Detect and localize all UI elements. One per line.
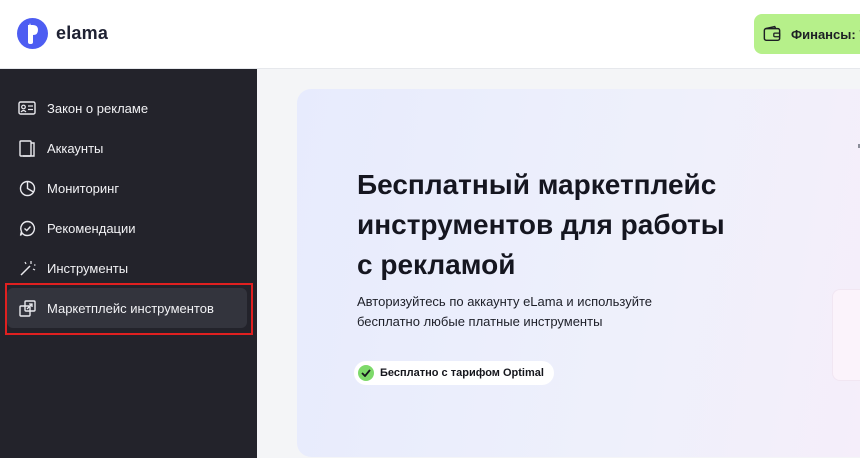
- sidebar-item-label: Инструменты: [47, 260, 129, 276]
- finance-label: Финансы: 7: [791, 26, 860, 42]
- wallet-icon: [763, 25, 781, 43]
- hero-banner: Бесплатный маркетплейс инструментов для …: [297, 89, 860, 457]
- sidebar-item-label: Мониторинг: [47, 180, 120, 196]
- sidebar-item-accounts[interactable]: Аккаунты: [7, 128, 247, 168]
- finance-button[interactable]: Финансы: 7: [754, 14, 860, 54]
- sidebar-item-tools[interactable]: Инструменты: [7, 248, 247, 288]
- sidebar-item-recommendations[interactable]: Рекомендации: [7, 208, 247, 248]
- logo-text: elama: [56, 23, 109, 43]
- sidebar-item-marketplace[interactable]: Маркетплейс инструментов: [7, 288, 247, 328]
- main-content: Бесплатный маркетплейс инструментов для …: [257, 69, 860, 458]
- accounts-icon: [18, 139, 36, 157]
- hero-description: Авторизуйтесь по аккаунту eLama и исполь…: [357, 292, 687, 332]
- sidebar-item-label: Аккаунты: [47, 140, 104, 156]
- tariff-badge: Бесплатно с тарифом Optimal: [354, 361, 554, 385]
- hero-desc-line: Авторизуйтесь по аккаунту eLama и исполь…: [357, 294, 653, 309]
- sidebar-item-monitoring[interactable]: Мониторинг: [7, 168, 247, 208]
- elama-logo[interactable]: elama: [17, 18, 108, 49]
- elama-logo-icon: [17, 18, 48, 49]
- top-header: elama Финансы: 7: [0, 0, 860, 69]
- external-link-icon: [18, 299, 36, 317]
- id-card-icon: [18, 99, 36, 117]
- sidebar-item-ad-law[interactable]: Закон о рекламе: [7, 88, 247, 128]
- sidebar-item-label: Рекомендации: [47, 220, 136, 236]
- sidebar-item-label: Закон о рекламе: [47, 100, 149, 116]
- chat-check-icon: [18, 219, 36, 237]
- hero-desc-line: бесплатно любые платные инструменты: [357, 314, 603, 329]
- hero-title-line: инструментов для работы: [357, 209, 725, 240]
- promo-card-partial: [832, 289, 860, 381]
- hero-title: Бесплатный маркетплейс инструментов для …: [357, 165, 757, 285]
- check-icon: [358, 365, 374, 381]
- hero-title-line: с рекламой: [357, 249, 516, 280]
- monitoring-pie-icon: [18, 179, 36, 197]
- badge-text: Бесплатно с тарифом Optimal: [380, 367, 544, 379]
- sidebar: Закон о рекламе Аккаунты Мониторинг Реко…: [0, 69, 257, 458]
- magic-wand-icon: [18, 259, 36, 277]
- hero-title-line: Бесплатный маркетплейс: [357, 169, 717, 200]
- sidebar-item-label: Маркетплейс инструментов: [47, 300, 214, 316]
